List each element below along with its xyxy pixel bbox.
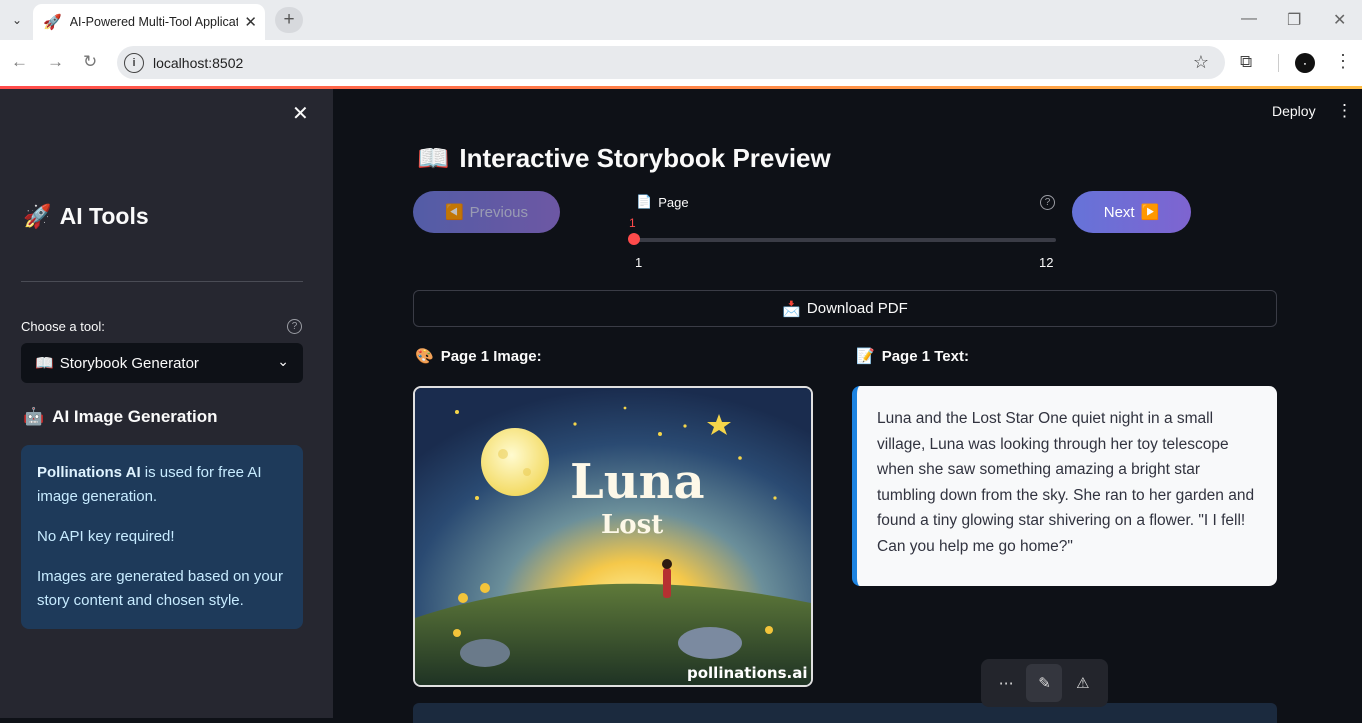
page-icon: 📄 [636, 194, 653, 209]
page-slider-min: 1 [635, 255, 643, 270]
deploy-button[interactable]: Deploy [1272, 103, 1316, 119]
story-text-card: Luna and the Lost Star One quiet night i… [852, 386, 1277, 586]
next-section-card [413, 703, 1277, 723]
page-slider-thumb[interactable] [628, 233, 640, 245]
palette-icon: 🎨 [415, 348, 434, 365]
omnibox[interactable]: i localhost:8502 ☆ [117, 46, 1225, 79]
image-title-lost: Lost [601, 510, 663, 540]
sidebar-heading-text: AI Tools [59, 203, 149, 229]
floating-toolbar: ⋯ ✎ ⚠ [981, 659, 1108, 707]
sidebar: ✕ 🚀 AI Tools Choose a tool: ? 📖 Storyboo… [0, 89, 333, 718]
info-box: Pollinations AI is used for free AI imag… [21, 445, 303, 629]
site-info-icon[interactable]: i [124, 52, 144, 73]
feather-icon[interactable]: ✎ [1026, 664, 1063, 702]
page-slider-max: 12 [1039, 255, 1054, 270]
previous-label: Previous [469, 203, 529, 221]
story-text: Luna and the Lost Star One quiet night i… [877, 410, 1255, 555]
browser-tab-bar: ⌄ 🚀 AI-Powered Multi-Tool Applicati ✕ + … [0, 0, 1362, 40]
tab-list-button[interactable]: ⌄ [6, 9, 28, 31]
back-icon[interactable]: ← [11, 52, 28, 72]
download-pdf-label: Download PDF [806, 300, 908, 317]
minimize-icon[interactable]: — [1241, 10, 1257, 28]
inbox-icon: 📩 [782, 300, 801, 318]
info-brand: Pollinations AI [37, 464, 141, 481]
browser-tab[interactable]: 🚀 AI-Powered Multi-Tool Applicati ✕ [33, 4, 265, 40]
new-tab-button[interactable]: + [275, 7, 303, 33]
story-illustration: Luna Lost pollinations.ai [415, 388, 811, 685]
sidebar-heading: 🚀 AI Tools [23, 203, 149, 230]
tab-title: AI-Powered Multi-Tool Applicati [69, 15, 238, 29]
robot-icon: 🤖 [23, 407, 45, 426]
tool-select[interactable]: 📖 Storybook Generator ⌄ [21, 343, 303, 383]
rocket-icon: 🚀 [43, 14, 62, 31]
toolbar-divider [1278, 54, 1279, 72]
shield-warning-icon[interactable]: ⚠ [1065, 664, 1101, 702]
download-pdf-button[interactable]: 📩 Download PDF [413, 290, 1277, 327]
sidebar-divider [21, 281, 303, 282]
image-title-luna: Luna [570, 454, 705, 510]
restore-icon[interactable]: ❐ [1287, 10, 1301, 30]
main-content: Deploy ⋮ 📖 Interactive Storybook Preview… [333, 89, 1362, 723]
info-line-3: Images are generated based on your story… [37, 568, 283, 609]
image-heading: 🎨 Page 1 Image: [415, 347, 542, 366]
page-title-text: Interactive Storybook Preview [459, 143, 831, 173]
browser-menu-icon[interactable]: ⋮ [1334, 51, 1352, 72]
book-icon: 📖 [35, 355, 54, 372]
chevron-down-icon[interactable]: ⌄ [277, 353, 289, 370]
page-title: 📖 Interactive Storybook Preview [417, 143, 831, 174]
help-icon[interactable]: ? [1040, 195, 1055, 210]
rocket-icon: 🚀 [23, 203, 52, 229]
page-slider-value: 1 [629, 216, 636, 230]
close-tab-icon[interactable]: ✕ [244, 13, 257, 31]
page-slider-track[interactable] [634, 238, 1056, 242]
previous-arrow-icon: ◀️ [444, 204, 464, 221]
next-button[interactable]: Next ▶️ [1072, 191, 1191, 233]
page-slider-label: 📄 Page [636, 194, 689, 210]
next-label: Next [1103, 203, 1135, 221]
main-menu-icon[interactable]: ⋮ [1336, 101, 1353, 121]
address-toolbar: ← → ↻ i localhost:8502 ☆ [0, 40, 1362, 86]
url-text[interactable]: localhost:8502 [153, 55, 243, 71]
image-watermark: pollinations.ai [687, 664, 807, 682]
extensions-icon[interactable]: ⧉ [1240, 52, 1252, 72]
next-arrow-icon: ▶️ [1140, 204, 1160, 221]
page-slider-label-text: Page [658, 194, 689, 210]
memo-icon: 📝 [856, 348, 875, 365]
grid-icon[interactable]: ⋯ [988, 664, 1024, 702]
image-gen-subheading: 🤖 AI Image Generation [23, 407, 218, 427]
forward-icon[interactable]: → [47, 52, 64, 72]
info-line-2: No API key required! [37, 528, 175, 545]
bookmark-star-icon[interactable]: ☆ [1193, 52, 1209, 73]
close-window-icon[interactable]: ✕ [1333, 10, 1346, 30]
book-icon: 📖 [417, 143, 450, 173]
child-figure [663, 568, 671, 598]
info-line-1: Pollinations AI is used for free AI imag… [37, 461, 287, 509]
profile-avatar[interactable]: ● [1295, 53, 1315, 73]
tool-select-label: Choose a tool: [21, 319, 105, 334]
previous-button[interactable]: ◀️ Previous [413, 191, 560, 233]
text-heading: 📝 Page 1 Text: [856, 347, 969, 366]
text-heading-text: Page 1 Text: [881, 347, 969, 365]
moon-shape [481, 428, 549, 496]
close-sidebar-icon[interactable]: ✕ [292, 101, 309, 126]
image-heading-text: Page 1 Image: [440, 347, 542, 365]
help-icon[interactable]: ? [287, 319, 302, 334]
story-page-image: Luna Lost pollinations.ai [413, 386, 813, 687]
image-gen-subheading-text: AI Image Generation [52, 407, 218, 426]
reload-icon[interactable]: ↻ [83, 52, 97, 72]
tool-select-value: Storybook Generator [59, 354, 199, 372]
